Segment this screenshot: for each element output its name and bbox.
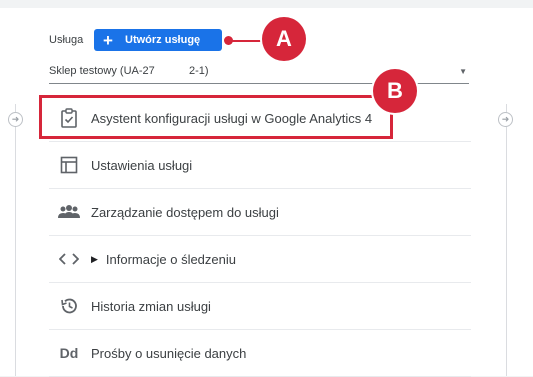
code-icon: [58, 248, 80, 270]
layout-icon: [58, 154, 80, 176]
menu-item-tracking-info[interactable]: ▶ Informacje o śledzeniu: [49, 236, 471, 283]
menu-item-property-settings[interactable]: Ustawienia usługi: [49, 142, 471, 189]
right-divider: [506, 104, 507, 376]
create-property-label: Utwórz usługę: [125, 34, 201, 46]
left-divider: [15, 104, 16, 376]
history-icon: [58, 295, 80, 317]
people-icon: [58, 201, 80, 223]
annotation-marker-a: A: [262, 17, 306, 61]
menu-item-change-history[interactable]: Historia zmian usługi: [49, 283, 471, 330]
menu-item-label: Ustawienia usługi: [91, 157, 193, 173]
menu-item-data-deletion[interactable]: Dd Prośby o usunięcie danych: [49, 330, 471, 377]
annotation-highlight-box: [39, 95, 393, 139]
create-property-button[interactable]: + Utwórz usługę: [94, 29, 222, 51]
annotation-connector-dot: [224, 36, 233, 45]
property-select-value: Sklep testowy (UA-27: [49, 65, 155, 77]
property-label: Usługa: [49, 34, 84, 46]
menu-item-label: Prośby o usunięcie danych: [91, 345, 247, 361]
expand-triangle-icon[interactable]: ▶: [91, 254, 98, 265]
dropdown-arrow-icon: ▼: [459, 67, 467, 76]
collapse-right-icon[interactable]: ➜: [498, 112, 513, 127]
annotation-marker-b: B: [373, 69, 417, 113]
menu-item-access-management[interactable]: Zarządzanie dostępem do usługi: [49, 189, 471, 236]
menu-item-label: Informacje o śledzeniu: [105, 251, 236, 267]
menu-item-label: Zarządzanie dostępem do usługi: [91, 204, 279, 220]
collapse-left-icon[interactable]: ➜: [8, 112, 23, 127]
menu-item-label: Historia zmian usługi: [91, 298, 211, 314]
plus-icon: +: [103, 30, 113, 50]
dd-icon: Dd: [59, 345, 79, 361]
property-select-value-suffix: 2-1): [189, 65, 209, 77]
